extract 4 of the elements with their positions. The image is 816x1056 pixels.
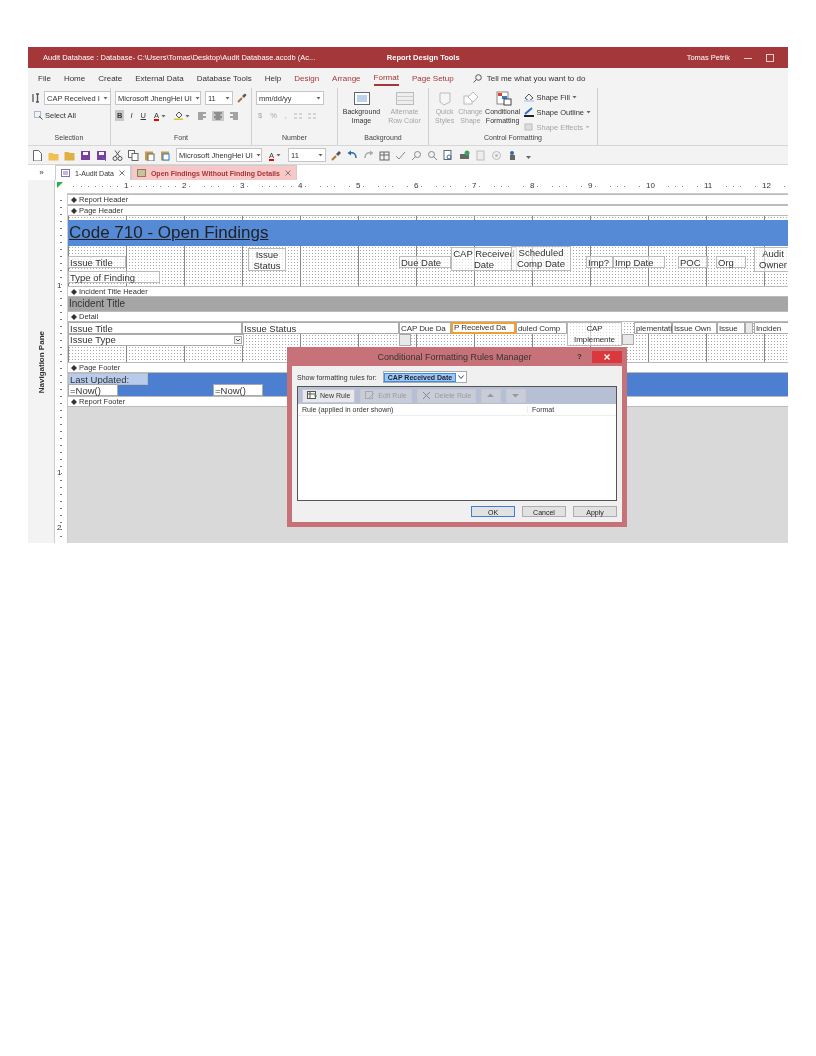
ruler-number: 2 (57, 523, 62, 532)
ruler-number: 1 (57, 281, 62, 290)
dialog-title: Conditional Formatting Rules Manager (376, 351, 533, 362)
ruler-number: 1 (57, 468, 62, 477)
